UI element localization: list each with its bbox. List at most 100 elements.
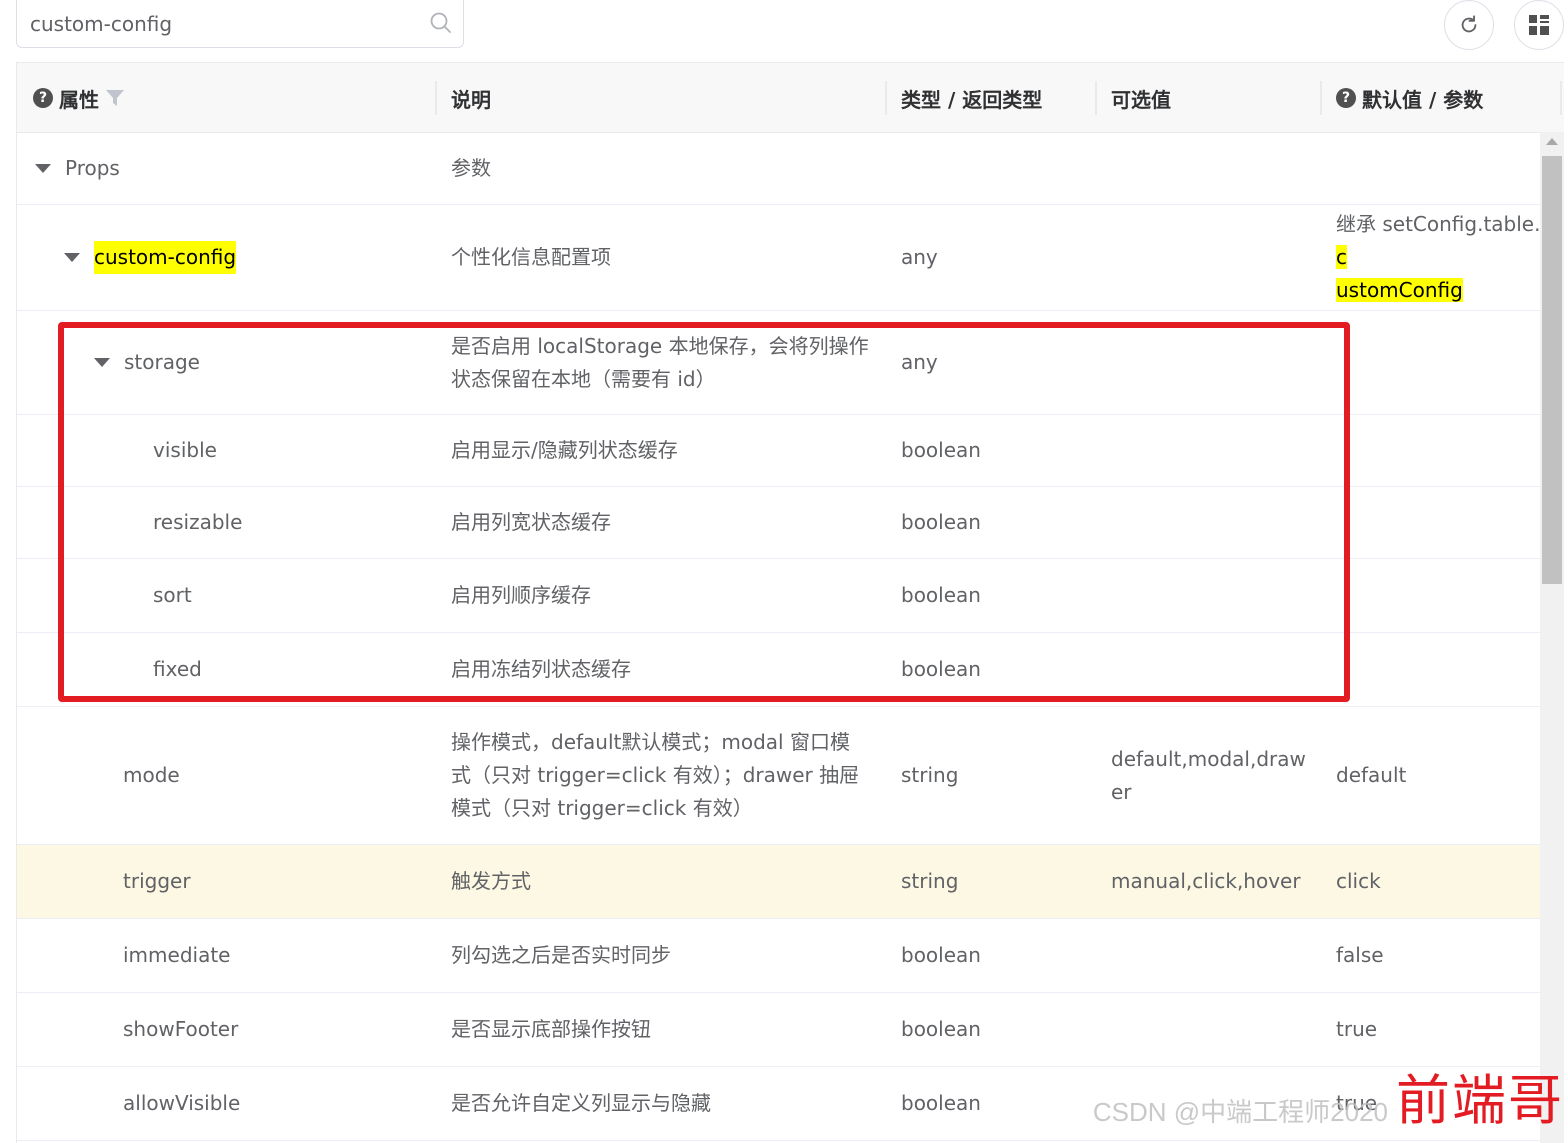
layout-button[interactable] — [1514, 0, 1564, 50]
col-header-attr-label: 属性 — [59, 87, 99, 112]
table-row[interactable]: storage 是否启用 localStorage 本地保存，会将列操作状态保留… — [17, 311, 1541, 415]
default-text: 继承 setConfig.table. c ustomConfig — [1336, 208, 1541, 307]
search-box[interactable] — [16, 0, 464, 48]
help-icon[interactable]: ? — [33, 88, 53, 108]
attr-name: immediate — [123, 943, 231, 967]
type-text: boolean — [901, 583, 981, 607]
expand-toggle-icon[interactable] — [94, 358, 110, 367]
desc-text: 个性化信息配置项 — [451, 245, 611, 269]
attr-name: storage — [124, 350, 200, 374]
attr-name: showFooter — [123, 1017, 239, 1041]
cell-options: manual,click,hover — [1111, 845, 1311, 918]
table-row[interactable]: sort 启用列顺序缓存 boolean — [17, 559, 1541, 633]
col-header-desc[interactable]: 说明 — [451, 63, 881, 133]
cell-type: string — [901, 707, 1101, 844]
search-icon[interactable] — [429, 11, 453, 35]
attr-name: sort — [153, 583, 192, 607]
search-input[interactable] — [17, 10, 422, 37]
column-divider[interactable] — [1095, 81, 1097, 115]
cell-desc: 操作模式，default默认模式；modal 窗口模式（只对 trigger=c… — [451, 707, 866, 844]
column-divider[interactable] — [1320, 81, 1322, 115]
api-table: ? 属性 说明 类型 / 返回类型 可选值 ? 默认值 / 参数 Props 参… — [16, 62, 1564, 1143]
help-icon[interactable]: ? — [1336, 88, 1356, 108]
table-row[interactable]: visible 启用显示/隐藏列状态缓存 boolean — [17, 415, 1541, 487]
cell-desc: 是否启用 localStorage 本地保存，会将列操作状态保留在本地（需要有 … — [451, 311, 881, 414]
desc-text: 是否允许自定义列显示与隐藏 — [451, 1091, 711, 1115]
default-text: default — [1336, 763, 1407, 787]
cell-desc: 参数 — [451, 133, 881, 204]
col-header-options[interactable]: 可选值 — [1111, 63, 1311, 133]
table-row-highlighted[interactable]: trigger 触发方式 string manual,click,hover c… — [17, 845, 1541, 919]
desc-text: 触发方式 — [451, 869, 531, 893]
cell-desc: 是否显示底部操作按钮 — [451, 993, 881, 1066]
attr-name: resizable — [153, 510, 243, 534]
attr-name: trigger — [123, 869, 191, 893]
desc-text: 是否显示底部操作按钮 — [451, 1017, 651, 1041]
table-header: ? 属性 说明 类型 / 返回类型 可选值 ? 默认值 / 参数 — [17, 63, 1564, 133]
cell-default: false — [1336, 919, 1541, 992]
expand-toggle-icon[interactable] — [64, 253, 80, 262]
vertical-scrollbar[interactable] — [1540, 132, 1564, 1143]
options-text: default,modal,drawer — [1111, 746, 1306, 804]
cell-type: boolean — [901, 559, 1101, 632]
default-text-mark: c — [1336, 245, 1347, 269]
cell-attr: storage — [17, 311, 514, 414]
cell-type: boolean — [901, 415, 1101, 486]
scroll-up-arrow-icon[interactable] — [1546, 138, 1558, 145]
type-text: boolean — [901, 657, 981, 681]
filter-icon[interactable] — [105, 88, 125, 108]
desc-text: 启用显示/隐藏列状态缓存 — [451, 438, 678, 462]
attr-name: fixed — [153, 657, 202, 681]
column-divider[interactable] — [1560, 81, 1562, 115]
type-text: any — [901, 350, 938, 374]
desc-text: 启用冻结列状态缓存 — [451, 657, 631, 681]
default-text: true — [1336, 1017, 1378, 1041]
column-divider[interactable] — [885, 81, 887, 115]
type-text: string — [901, 869, 959, 893]
default-text: false — [1336, 943, 1384, 967]
column-divider[interactable] — [435, 81, 437, 115]
cell-desc: 启用列顺序缓存 — [451, 559, 881, 632]
cell-desc: 触发方式 — [451, 845, 881, 918]
type-text: boolean — [901, 510, 981, 534]
cell-type: boolean — [901, 993, 1101, 1066]
table-row[interactable]: custom-config 个性化信息配置项 any 继承 setConfig.… — [17, 205, 1541, 311]
cell-default: default — [1336, 707, 1541, 844]
type-text: string — [901, 763, 959, 787]
cell-default: click — [1336, 845, 1541, 918]
options-text: manual,click,hover — [1111, 869, 1301, 893]
default-text: click — [1336, 869, 1381, 893]
grid-layout-icon — [1529, 15, 1549, 35]
default-text-prefix: 继承 setConfig.table. — [1336, 212, 1541, 236]
cell-type: boolean — [901, 633, 1101, 706]
col-header-default[interactable]: ? 默认值 / 参数 — [1336, 63, 1556, 133]
cell-desc: 启用显示/隐藏列状态缓存 — [451, 415, 881, 486]
cell-type: boolean — [901, 1067, 1101, 1140]
watermark-brand: 前端哥 — [1396, 1069, 1564, 1132]
cell-options: default,modal,drawer — [1111, 707, 1306, 844]
col-header-type[interactable]: 类型 / 返回类型 — [901, 63, 1101, 133]
col-header-attr[interactable]: ? 属性 — [33, 63, 433, 133]
table-row[interactable]: mode 操作模式，default默认模式；modal 窗口模式（只对 trig… — [17, 707, 1541, 845]
cell-attr: custom-config — [17, 205, 484, 310]
table-row[interactable]: resizable 启用列宽状态缓存 boolean — [17, 487, 1541, 559]
cell-type: boolean — [901, 919, 1101, 992]
cell-type: any — [901, 311, 1101, 414]
cell-type: string — [901, 845, 1101, 918]
cell-type: any — [901, 205, 1101, 310]
type-text: boolean — [901, 943, 981, 967]
refresh-button[interactable] — [1444, 0, 1494, 50]
expand-toggle-icon[interactable] — [35, 164, 51, 173]
attr-name: Props — [65, 156, 120, 180]
default-text-mark: ustomConfig — [1336, 278, 1463, 302]
table-row[interactable]: Props 参数 — [17, 133, 1541, 205]
table-row[interactable]: fixed 启用冻结列状态缓存 boolean — [17, 633, 1541, 707]
col-header-desc-label: 说明 — [451, 87, 491, 112]
col-header-type-label: 类型 / 返回类型 — [901, 87, 1043, 112]
table-row[interactable]: immediate 列勾选之后是否实时同步 boolean false — [17, 919, 1541, 993]
col-header-default-label: 默认值 / 参数 — [1362, 87, 1484, 112]
scrollbar-thumb[interactable] — [1542, 156, 1562, 584]
watermark-csdn: CSDN @中端工程师2020 — [1092, 1097, 1388, 1127]
type-text: boolean — [901, 1091, 981, 1115]
attr-name: visible — [153, 438, 217, 462]
